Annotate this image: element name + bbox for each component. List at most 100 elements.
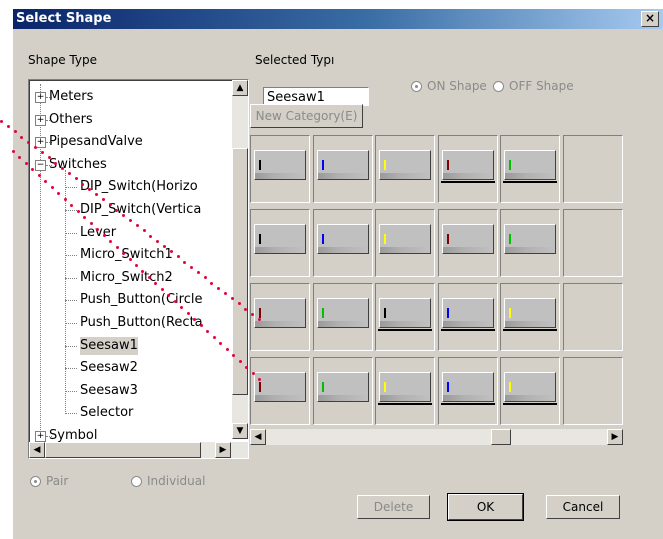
ok-button[interactable]: OK <box>447 493 524 521</box>
scroll-right-arrow-icon[interactable]: ▶ <box>215 442 231 458</box>
switch-base <box>505 321 555 327</box>
grid-scroll-thumb[interactable] <box>491 429 511 445</box>
seesaw-shape-cell[interactable] <box>500 209 560 277</box>
tree-expander-icon[interactable]: + <box>35 92 46 103</box>
on-shape-label: ON Shape <box>427 79 487 93</box>
seesaw-shape-cell[interactable] <box>250 357 310 425</box>
tree-item-symbol[interactable]: Symbol <box>49 427 97 445</box>
seesaw-shape-cell[interactable] <box>500 135 560 203</box>
seesaw-shape-cell[interactable] <box>437 209 498 277</box>
tree-item-micro-switch1[interactable]: Micro_Switch1 <box>80 246 173 264</box>
annotation-dot <box>135 264 138 267</box>
seesaw-shape-cell[interactable] <box>250 283 310 351</box>
seesaw-shape-cell[interactable] <box>312 209 373 277</box>
switch-base <box>442 247 493 253</box>
select-shape-dialog: Select Shape × Shape Type Selected Typı … <box>13 9 663 539</box>
annotation-dot <box>6 125 10 129</box>
shape-type-tree[interactable]: ▲ ▼ ◀ ▶ + Meters + Others + PipesandValve − Swi… <box>28 79 249 459</box>
pair-radio[interactable] <box>30 476 41 487</box>
seesaw-shape-cell[interactable] <box>437 283 498 351</box>
grid-scroll-right-arrow-icon[interactable]: ▶ <box>607 429 623 445</box>
empty-shape-cell[interactable] <box>562 283 623 351</box>
tree-connector <box>65 300 77 302</box>
tree-item-lever[interactable]: Lever <box>80 224 116 242</box>
off-shape-radio[interactable] <box>493 81 504 92</box>
tree-expander-icon[interactable]: + <box>35 114 46 126</box>
annotation-dot <box>37 174 41 177</box>
tree-connector <box>65 255 77 257</box>
tree-item-meters[interactable]: Meters <box>49 88 93 106</box>
empty-shape-cell[interactable] <box>562 135 623 203</box>
cancel-button[interactable]: Cancel <box>546 495 620 519</box>
switch-indicator <box>509 234 511 244</box>
empty-shape-cell[interactable] <box>562 357 623 425</box>
tree-item-seesaw3[interactable]: Seesaw3 <box>80 382 138 400</box>
scroll-down-arrow-icon[interactable]: ▼ <box>232 423 248 439</box>
close-button[interactable]: × <box>641 11 659 27</box>
tree-item-seesaw2[interactable]: Seesaw2 <box>80 359 138 377</box>
seesaw-shape-cell[interactable] <box>437 135 498 203</box>
annotation-dot <box>225 348 229 351</box>
seesaw-switch-icon <box>503 150 557 183</box>
empty-shape-cell[interactable] <box>562 209 623 277</box>
seesaw-shape-cell[interactable] <box>500 283 560 351</box>
annotation-dot <box>76 210 80 213</box>
seesaw-switch-icon <box>379 150 431 180</box>
tree-item-seesaw1[interactable]: Seesaw1 <box>80 336 138 355</box>
seesaw-switch-icon <box>316 372 369 402</box>
annotation-dot <box>24 162 28 165</box>
seesaw-shape-cell[interactable] <box>250 135 310 203</box>
scroll-up-arrow-icon[interactable]: ▲ <box>232 80 248 96</box>
tree-item-switches[interactable]: Switches <box>49 156 107 174</box>
tree-expander-icon[interactable]: − <box>35 159 46 171</box>
annotation-dot <box>63 198 67 201</box>
switch-indicator <box>446 308 449 318</box>
annotation-dot <box>190 265 194 269</box>
tree-connector <box>65 277 77 279</box>
tree-vertical-scrollbar[interactable]: ▲ ▼ <box>232 80 248 439</box>
seesaw-shape-cell[interactable] <box>375 357 435 425</box>
tree-item-micro-switch2[interactable]: Micro_Switch2 <box>80 269 173 287</box>
seesaw-shape-cell[interactable] <box>375 283 435 351</box>
annotation-dot <box>67 172 71 176</box>
seesaw-shape-cell[interactable] <box>312 357 373 425</box>
switch-indicator <box>446 382 449 392</box>
annotation-dot <box>160 288 164 291</box>
individual-radio[interactable] <box>131 476 142 487</box>
new-category-button[interactable]: New Category(E) <box>250 104 363 128</box>
switch-base <box>505 247 555 253</box>
tree-item-push-button-circle[interactable]: Push_Button(Circle <box>80 291 202 309</box>
grid-scroll-left-arrow-icon[interactable]: ◀ <box>250 429 266 445</box>
switch-underline <box>503 181 557 183</box>
switch-indicator <box>321 308 324 318</box>
switch-underline <box>503 403 557 405</box>
seesaw-shape-cell[interactable] <box>312 135 373 203</box>
seesaw-shape-cell[interactable] <box>375 209 435 277</box>
tree-item-push-button-recta[interactable]: Push_Button(Recta <box>80 314 203 332</box>
seesaw-switch-icon <box>254 372 306 402</box>
seesaw-shape-cell[interactable] <box>437 357 498 425</box>
off-shape-label: OFF Shape <box>509 79 574 93</box>
tree-item-dip-switch-vertica[interactable]: DIP_Switch(Vertica <box>80 201 201 219</box>
grid-horizontal-scrollbar[interactable]: ◀ ▶ <box>250 429 623 445</box>
switch-indicator <box>259 234 261 244</box>
seesaw-shape-cell[interactable] <box>500 357 560 425</box>
scroll-left-arrow-icon[interactable]: ◀ <box>29 442 45 458</box>
tree-item-pipesandvalve[interactable]: PipesandValve <box>49 133 143 151</box>
tree-item-others[interactable]: Others <box>49 111 93 129</box>
switch-indicator <box>384 234 386 244</box>
switch-underline <box>378 329 432 331</box>
title-bar[interactable]: Select Shape × <box>13 9 663 29</box>
tree-scroll-thumb[interactable] <box>232 148 248 395</box>
tree-expander-icon[interactable]: + <box>35 431 46 442</box>
annotation-dot <box>122 213 126 217</box>
seesaw-shape-cell[interactable] <box>250 209 310 277</box>
annotation-dot <box>186 312 190 315</box>
delete-button[interactable]: Delete <box>357 495 430 519</box>
on-shape-radio[interactable] <box>411 81 422 92</box>
seesaw-shape-cell[interactable] <box>312 283 373 351</box>
switch-indicator <box>509 308 511 318</box>
annotation-dot <box>27 140 31 144</box>
tree-item-selector[interactable]: Selector <box>80 404 133 422</box>
seesaw-shape-cell[interactable] <box>375 135 435 203</box>
